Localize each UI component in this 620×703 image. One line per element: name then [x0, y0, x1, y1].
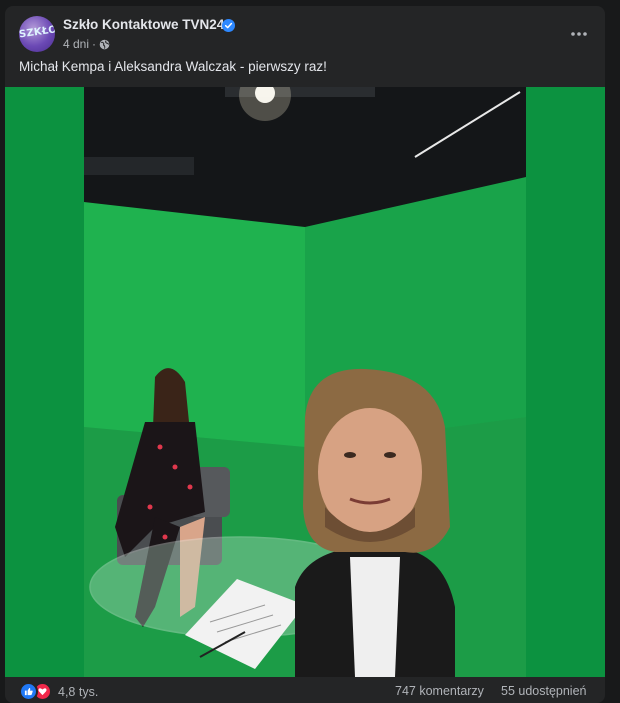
comments-count-link[interactable]: 747 komentarzy	[395, 684, 484, 698]
avatar-logo-text: SZKŁO	[19, 24, 55, 41]
globe-icon	[99, 39, 110, 49]
page-name-link[interactable]: Szkło Kontaktowe TVN24	[63, 17, 224, 32]
more-options-button[interactable]	[565, 20, 593, 48]
more-options-icon	[571, 32, 587, 36]
post-header: SZKŁO Szkło Kontaktowe TVN24 4 dni ·	[5, 6, 605, 62]
shares-count-link[interactable]: 55 udostępnień	[501, 684, 587, 698]
post-photo[interactable]	[5, 87, 605, 677]
facebook-post: SZKŁO Szkło Kontaktowe TVN24 4 dni · Mic…	[5, 6, 605, 703]
page-avatar[interactable]: SZKŁO	[19, 16, 55, 52]
meta-separator: ·	[92, 37, 97, 51]
reactions-summary[interactable]: 4,8 tys.	[19, 682, 98, 701]
post-footer: 4,8 tys. 747 komentarzy 55 udostępnień	[5, 679, 605, 703]
studio-photo-illustration	[5, 87, 605, 677]
verified-badge-icon	[222, 19, 235, 32]
post-timestamp[interactable]: 4 dni	[63, 37, 89, 51]
like-icon	[19, 682, 38, 701]
post-meta: 4 dni ·	[63, 37, 110, 51]
reaction-count: 4,8 tys.	[58, 684, 99, 699]
post-caption: Michał Kempa i Aleksandra Walczak - pier…	[19, 59, 327, 74]
